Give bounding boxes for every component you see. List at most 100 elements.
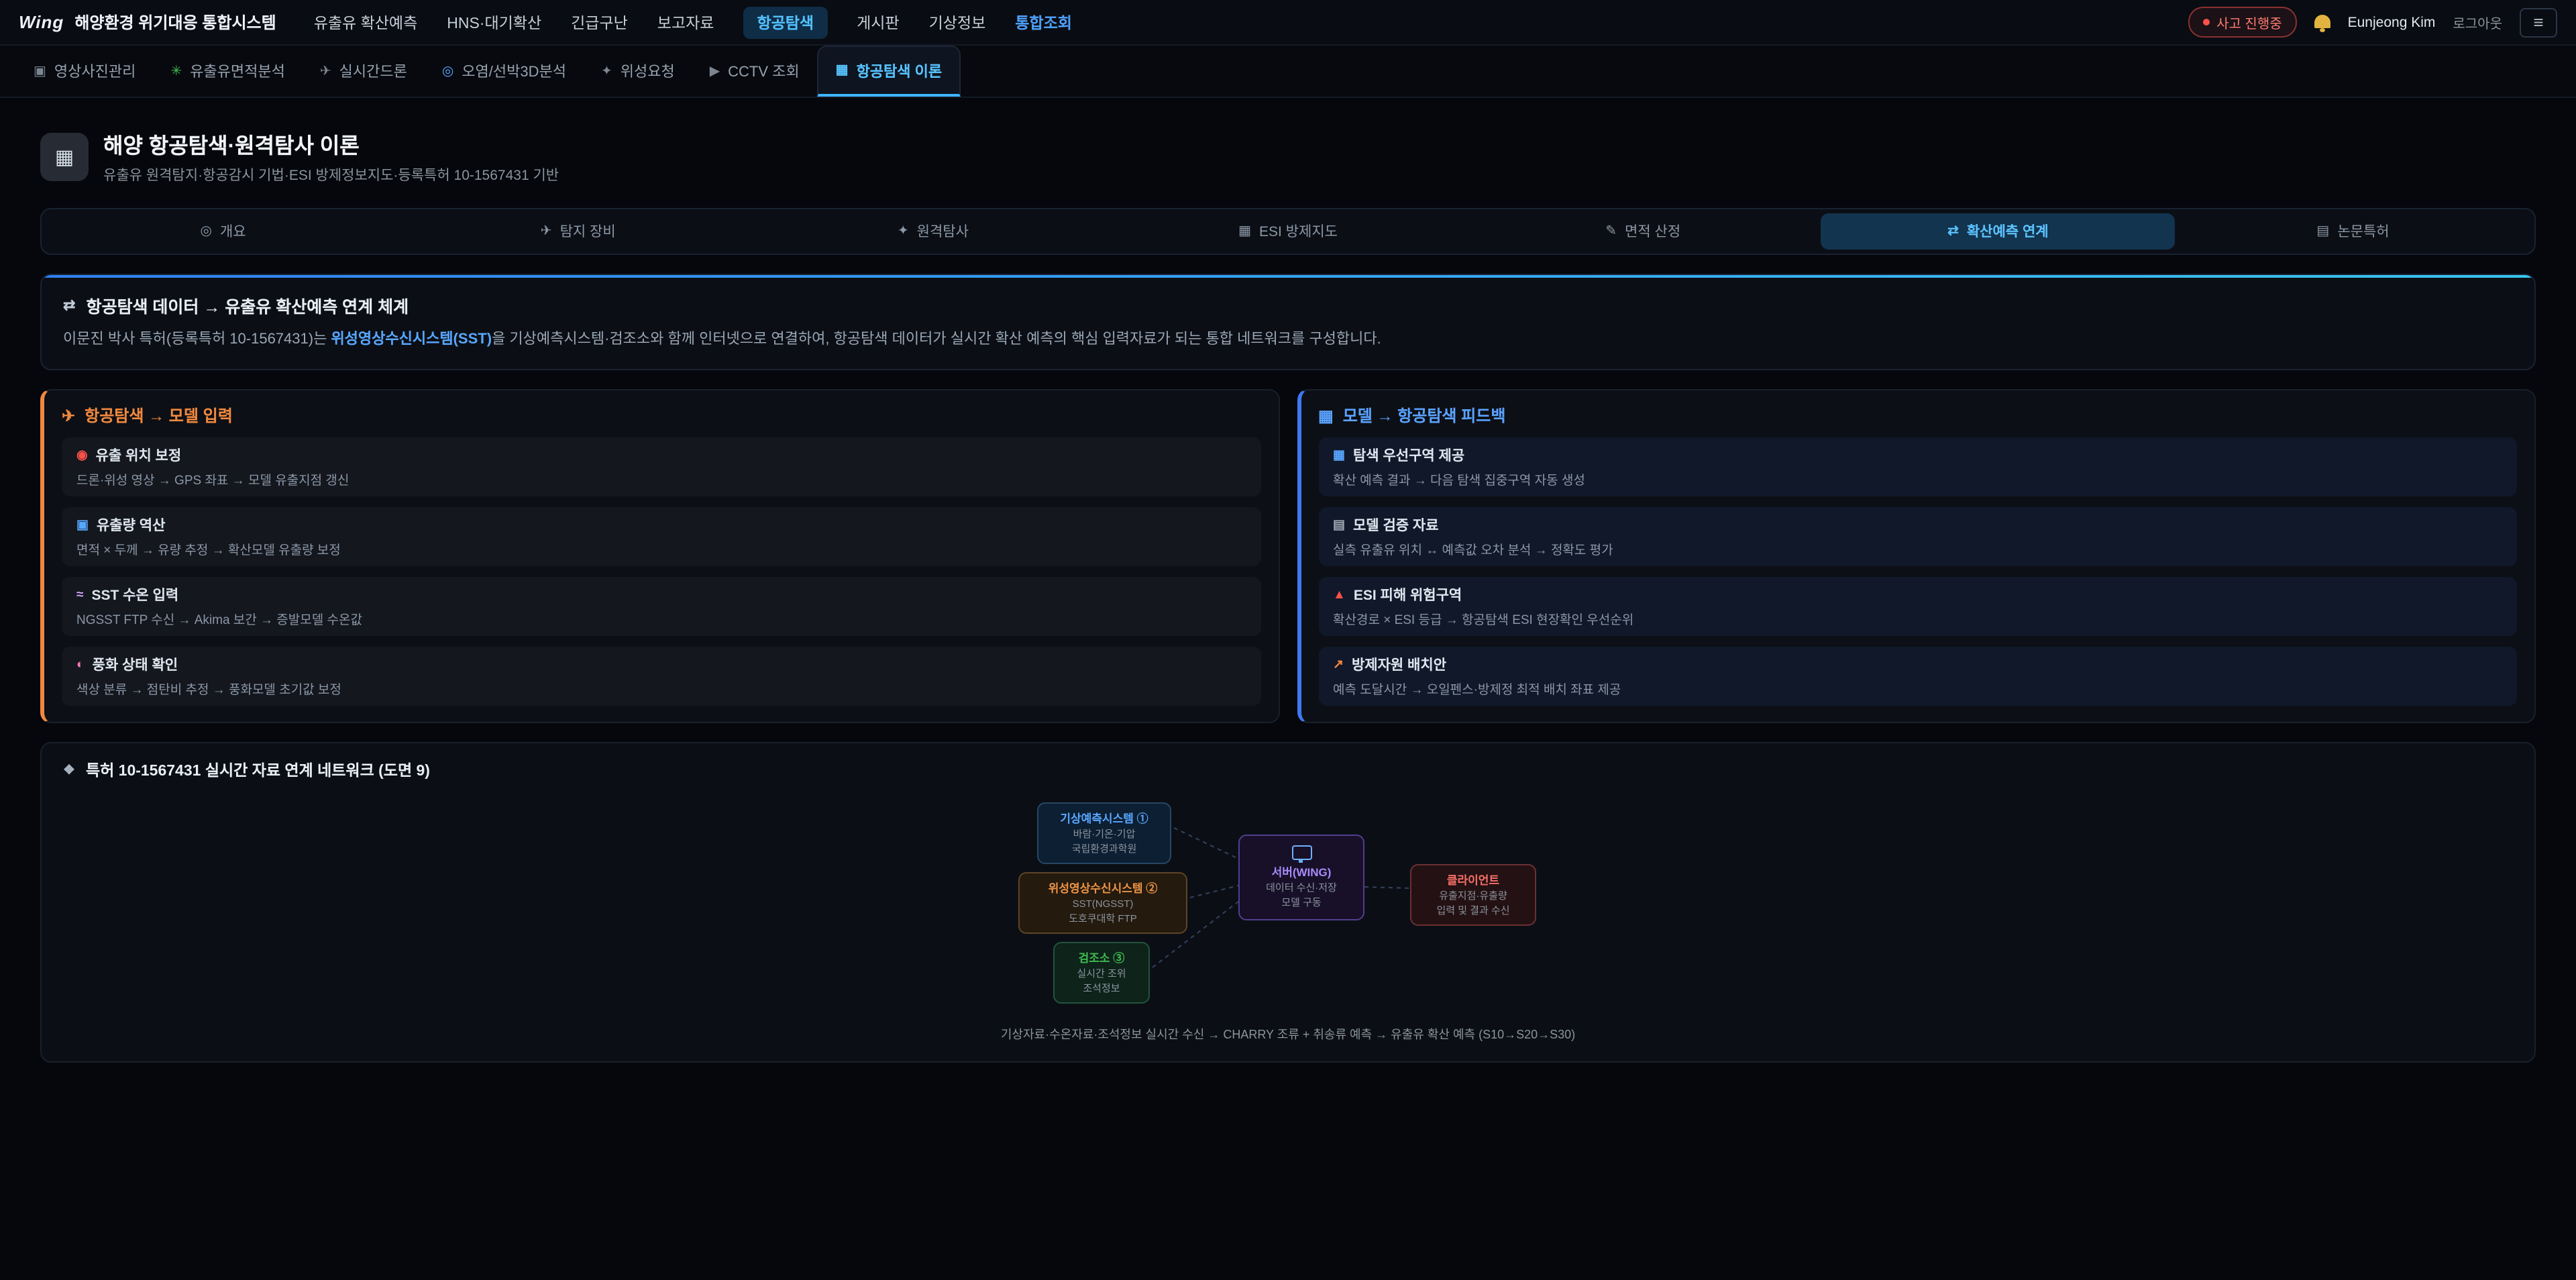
node-line: 도호쿠대학 FTP — [1028, 912, 1178, 926]
chart-up-icon: ↗ — [1333, 657, 1344, 672]
list-item: ▦ 탐색 우선구역 제공 확산 예측 결과 → 다음 탐색 집중구역 자동 생성 — [1318, 437, 2517, 496]
subnav-item-satellite-request[interactable]: ✦ 위성요청 — [584, 46, 692, 97]
page-subtitle: 유출유 원격탐지·항공감시 기법·ESI 방제정보지도·등록특허 10-1567… — [103, 165, 559, 185]
incident-status-badge[interactable]: 사고 진행중 — [2188, 7, 2297, 38]
server-monitor-icon — [1291, 845, 1311, 860]
flow-cards-row: ✈ 항공탐색 → 모델 입력 ◉ 유출 위치 보정 드론·위성 영상 → GPS… — [40, 389, 2536, 723]
item-desc: 확산 예측 결과 → 다음 탐색 집중구역 자동 생성 — [1333, 470, 2502, 488]
card-title-text: 모델 → 항공탐색 피드백 — [1343, 404, 1506, 427]
tab-area-calculation[interactable]: ✎ 면적 산정 — [1466, 213, 1821, 250]
app-window: Wing 해양환경 위기대응 통합시스템 유출유 확산예측 HNS·대기확산 긴… — [0, 0, 2576, 1280]
list-item: ◉ 유출 위치 보정 드론·위성 영상 → GPS 좌표 → 모델 유출지점 갱… — [62, 437, 1260, 496]
incident-badge-label: 사고 진행중 — [2216, 12, 2282, 32]
node-title: 위성영상수신시스템 ② — [1028, 880, 1178, 896]
card-title: ▦ 모델 → 항공탐색 피드백 — [1318, 404, 2517, 427]
subnav-item-3d-analysis[interactable]: ◎ 오염/선박3D분석 — [425, 46, 584, 97]
item-title-text: 유출량 역산 — [97, 515, 165, 535]
video-icon: ▶ — [710, 64, 720, 78]
card-title: ✈ 항공탐색 → 모델 입력 — [62, 404, 1260, 427]
item-desc: NGSST FTP 수신 → Akima 보간 → 증발모델 수온값 — [76, 609, 1246, 628]
list-item: ▣ 유출량 역산 면적 × 두께 → 유량 추정 → 확산모델 유출량 보정 — [62, 507, 1260, 566]
plane-icon: ✈ — [62, 406, 75, 425]
overview-icon: ◎ — [201, 224, 212, 239]
node-line: 국립환경과학원 — [1046, 843, 1162, 856]
link-icon: ⇄ — [63, 297, 75, 314]
nav-item-spill-prediction[interactable]: 유출유 확산예측 — [314, 11, 418, 33]
link-icon: ⇄ — [1947, 224, 1959, 239]
subnav-label: 오염/선박3D분석 — [462, 60, 566, 82]
sst-system-link[interactable]: 위성영상수신시스템(SST) — [331, 331, 492, 348]
item-title: ≈ SST 수온 입력 — [76, 585, 1246, 605]
tab-papers-patents[interactable]: ▤ 논문특허 — [2176, 213, 2530, 250]
node-line: 조석정보 — [1063, 982, 1140, 996]
nav-item-integrated-search[interactable]: 통합조회 — [1015, 11, 1072, 33]
grid-zone-icon: ▦ — [1333, 448, 1345, 463]
list-item: ◐ 풍화 상태 확인 색상 분류 → 점탄비 추정 → 풍화모델 초기값 보정 — [62, 647, 1260, 706]
item-title-text: 풍화 상태 확인 — [93, 655, 178, 675]
tab-label: 원격탐사 — [917, 221, 969, 242]
subnav-item-aerial-theory[interactable]: ▦ 항공탐색 이론 — [817, 46, 961, 97]
subnav-label: 영상사진관리 — [54, 60, 136, 82]
sub-navigation: ▣ 영상사진관리 ✳ 유출유면적분석 ✈ 실시간드론 ◎ 오염/선박3D분석 ✦… — [0, 46, 2576, 98]
subnav-item-image-management[interactable]: ▣ 영상사진관리 — [16, 46, 153, 97]
item-title-text: 탐색 우선구역 제공 — [1353, 445, 1464, 466]
main-menu: 유출유 확산예측 HNS·대기확산 긴급구난 보고자료 항공탐색 게시판 기상정… — [314, 6, 1072, 38]
item-title-text: 모델 검증 자료 — [1353, 515, 1439, 535]
node-title: 서버(WING) — [1248, 864, 1355, 880]
nav-item-hns-diffusion[interactable]: HNS·대기확산 — [447, 11, 541, 33]
tab-label: ESI 방제지도 — [1259, 221, 1338, 242]
model-to-aerial-card: ▦ 모델 → 항공탐색 피드백 ▦ 탐색 우선구역 제공 확산 예측 결과 → … — [1297, 389, 2536, 723]
main-content: ▦ 해양 항공탐색·원격탐사 이론 유출유 원격탐지·항공감시 기법·ESI 방… — [0, 98, 2576, 1063]
network-diagram: 기상예측시스템 ① 바람·기온·기압 국립환경과학원 위성영상수신시스템 ② S… — [1000, 802, 1576, 1006]
subnav-item-realtime-drone[interactable]: ✈ 실시간드론 — [303, 46, 425, 97]
item-desc: 실측 유출유 위치 ↔ 예측값 오차 분석 → 정확도 평가 — [1333, 539, 2502, 558]
subnav-label: 항공탐색 이론 — [857, 60, 943, 81]
tab-prediction-linkage[interactable]: ⇄ 확산예측 연계 — [1821, 213, 2176, 250]
subnav-label: 유출유면적분석 — [190, 60, 285, 82]
node-title: 검조소 ③ — [1063, 950, 1140, 966]
item-desc: 예측 도달시간 → 오일펜스·방제정 최적 배치 좌표 제공 — [1333, 679, 2502, 698]
tab-overview[interactable]: ◎ 개요 — [46, 213, 400, 250]
hamburger-menu-button[interactable]: ≡ — [2520, 7, 2557, 37]
nav-item-board[interactable]: 게시판 — [857, 11, 900, 33]
chart-icon: ▦ — [836, 63, 849, 78]
top-navigation: Wing 해양환경 위기대응 통합시스템 유출유 확산예측 HNS·대기확산 긴… — [0, 0, 2576, 46]
logout-button[interactable]: 로그아웃 — [2453, 12, 2502, 32]
item-title-text: 유출 위치 보정 — [96, 445, 182, 466]
subnav-label: CCTV 조회 — [728, 60, 800, 82]
aerial-to-model-card: ✈ 항공탐색 → 모델 입력 ◉ 유출 위치 보정 드론·위성 영상 → GPS… — [40, 389, 1279, 723]
tab-label: 논문특허 — [2337, 221, 2389, 242]
list-item: ▲ ESI 피해 위험구역 확산경로 × ESI 등급 → 항공탐색 ESI 현… — [1318, 577, 2517, 636]
node-line: 바람·기온·기압 — [1046, 828, 1162, 841]
clipboard-icon: ▤ — [1333, 518, 1345, 533]
topnav-right: 사고 진행중 Eunjeong Kim 로그아웃 ≡ — [2188, 7, 2557, 38]
tab-label: 탐지 장비 — [560, 221, 616, 242]
nav-item-aerial-search[interactable]: 항공탐색 — [743, 6, 827, 38]
nav-item-rescue[interactable]: 긴급구난 — [571, 11, 628, 33]
node-title: 기상예측시스템 ① — [1046, 810, 1162, 826]
subnav-item-cctv[interactable]: ▶ CCTV 조회 — [692, 46, 817, 97]
app-title: 해양환경 위기대응 통합시스템 — [74, 11, 276, 34]
tab-detection-equipment[interactable]: ✈ 탐지 장비 — [400, 213, 755, 250]
subnav-item-oil-area-analysis[interactable]: ✳ 유출유면적분석 — [153, 46, 302, 97]
item-title-text: ESI 피해 위험구역 — [1354, 585, 1462, 605]
item-desc: 색상 분류 → 점탄비 추정 → 풍화모델 초기값 보정 — [76, 679, 1246, 698]
node-line: SST(NGSST) — [1028, 898, 1178, 911]
tab-label: 개요 — [220, 221, 246, 242]
user-name: Eunjeong Kim — [2348, 14, 2436, 30]
intro-paragraph: 이문진 박사 특허(등록특허 10-1567431)는 위성영상수신시스템(SS… — [63, 329, 2513, 352]
intro-text-before: 이문진 박사 특허(등록특허 10-1567431)는 — [63, 331, 331, 348]
notification-bell-icon[interactable] — [2314, 14, 2330, 28]
tab-esi-map[interactable]: ▦ ESI 방제지도 — [1110, 213, 1465, 250]
nav-item-reports[interactable]: 보고자료 — [657, 11, 714, 33]
item-desc: 면적 × 두께 → 유량 추정 → 확산모델 유출량 보정 — [76, 539, 1246, 558]
alert-dot-icon — [2203, 19, 2210, 25]
node-client: 클라이언트 유출지점·유출량 입력 및 결과 수신 — [1410, 864, 1536, 926]
node-server-wing: 서버(WING) 데이터 수신·저장 모델 구동 — [1238, 835, 1364, 921]
node-line: 모델 구동 — [1248, 896, 1355, 910]
item-title: ▤ 모델 검증 자료 — [1333, 515, 2502, 535]
page-header: ▦ 해양 항공탐색·원격탐사 이론 유출유 원격탐지·항공감시 기법·ESI 방… — [40, 127, 2536, 185]
alert-triangle-icon: ▲ — [1333, 588, 1346, 602]
tab-remote-sensing[interactable]: ✦ 원격탐사 — [755, 213, 1110, 250]
nav-item-weather[interactable]: 기상정보 — [929, 11, 986, 33]
